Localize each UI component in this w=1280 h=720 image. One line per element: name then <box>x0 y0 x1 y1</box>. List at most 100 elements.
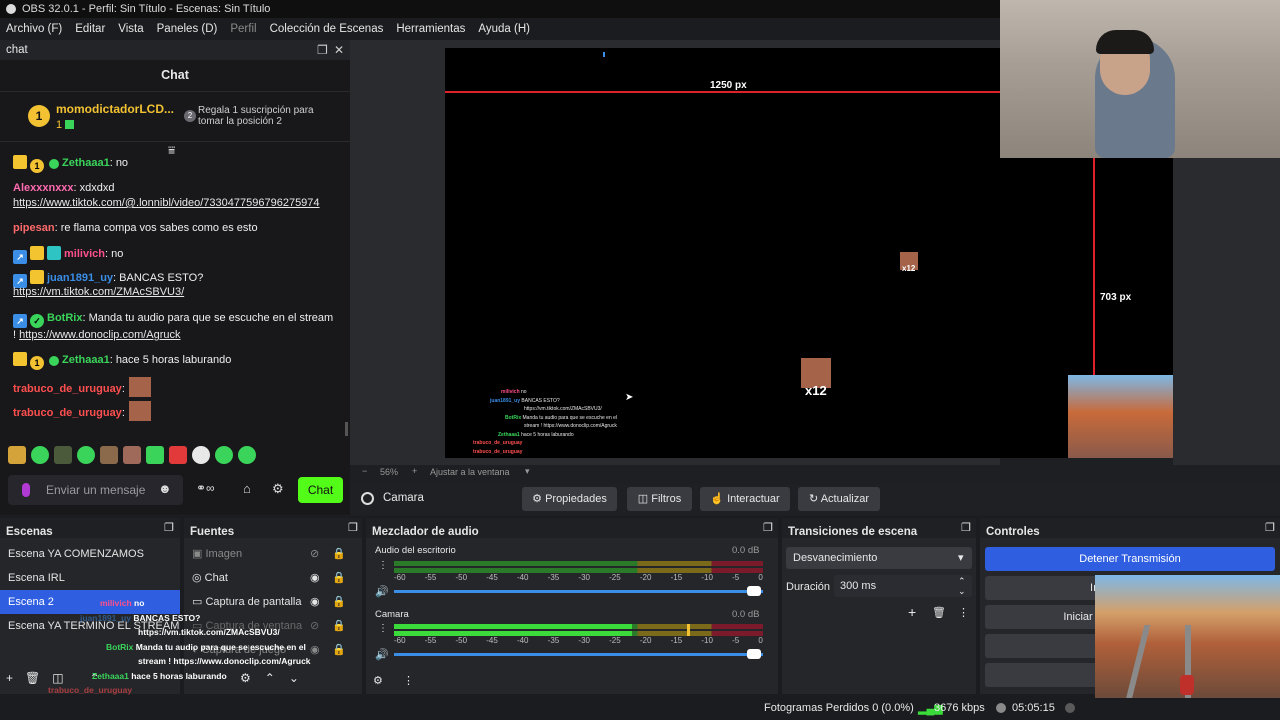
transition-menu-icon[interactable]: ⋮ <box>958 606 969 619</box>
scene-item[interactable]: Escena YA COMENZAMOS <box>0 542 180 566</box>
menu-herramientas[interactable]: Herramientas <box>396 23 465 35</box>
dock-float-icon[interactable]: ❐ <box>961 521 971 534</box>
chat-link[interactable]: https://vm.tiktok.com/ZMAcSBVU3/ <box>13 286 184 298</box>
speaker-icon[interactable]: 🔊 <box>375 648 389 661</box>
lock-icon[interactable]: 🔒 <box>332 542 346 566</box>
pinned-user[interactable]: momodictadorLCD... <box>56 102 174 116</box>
emote-icon[interactable] <box>8 446 26 464</box>
emote-icon[interactable] <box>123 446 141 464</box>
overlay-chat-line: stream ! https://www.donoclip.com/Agruck <box>138 656 311 666</box>
zoom-out-icon[interactable]: − <box>362 466 367 476</box>
emote-icon[interactable] <box>215 446 233 464</box>
emoji-picker-icon[interactable]: ☻ <box>158 481 172 496</box>
channel-menu-icon[interactable]: ⋮ <box>378 623 388 634</box>
volume-slider[interactable] <box>394 653 763 656</box>
volume-meter-level <box>394 624 632 629</box>
chat-username[interactable]: Alexxxnxxx <box>13 182 74 194</box>
channel-menu-icon[interactable]: ⋮ <box>378 560 388 571</box>
emote-icon[interactable] <box>238 446 256 464</box>
preview-canvas[interactable]: 1250 px x12 x12 ➤ milivich no juan1891_u… <box>445 48 1000 458</box>
mixer-menu-icon[interactable]: ⋮ <box>403 674 414 687</box>
lock-icon[interactable]: 🔒 <box>332 638 346 662</box>
close-dock-icon[interactable]: ✕ <box>334 43 344 57</box>
chat-link[interactable]: https://www.tiktok.com/@.lonnibl/video/7… <box>13 197 320 209</box>
emote-icon[interactable] <box>192 446 210 464</box>
add-scene-icon[interactable]: + <box>6 671 13 685</box>
settings-gear-icon[interactable]: ⚙ <box>272 481 284 497</box>
lock-icon[interactable]: 🔒 <box>332 566 346 590</box>
source-item[interactable]: ▣ Imagen ⊘ 🔒 <box>184 542 362 566</box>
gift-shop-icon[interactable]: ⌂ <box>243 481 251 496</box>
overlay-chat-line: trabuco_de_uruguay <box>48 685 133 695</box>
chat-username[interactable]: juan1891_uy <box>47 272 113 284</box>
meter-ticks: -60 -55 -50 -45 -40 -35 -30 -25 -20 -15 -10 -5 0 <box>394 636 763 645</box>
menu-vista[interactable]: Vista <box>118 23 143 35</box>
pinned-count: 1 <box>56 119 63 131</box>
volume-slider-handle[interactable] <box>747 586 761 596</box>
emote-icon[interactable] <box>77 446 95 464</box>
speaker-icon[interactable]: 🔊 <box>375 585 389 598</box>
pinned-text: Regala 1 suscripción para tomar la posic… <box>198 105 314 127</box>
emote-icon[interactable] <box>146 446 164 464</box>
fit-to-window[interactable]: Ajustar a la ventana <box>430 467 510 477</box>
mixer-title: Mezclador de audio <box>372 526 479 538</box>
bitrate: 3676 kbps <box>934 702 985 714</box>
menu-editar[interactable]: Editar <box>75 23 105 35</box>
send-chat-button[interactable]: Chat <box>298 477 343 503</box>
transition-select[interactable]: Desvanecimiento ▾ <box>786 547 972 569</box>
chat-username[interactable]: trabuco_de_uruguay <box>13 383 122 395</box>
emote-icon[interactable] <box>100 446 118 464</box>
chat-username[interactable]: Zethaaa1 <box>62 157 110 169</box>
emote-icon[interactable] <box>54 446 72 464</box>
stop-stream-button[interactable]: Detener Transmisión <box>985 547 1275 571</box>
float-dock-icon[interactable]: ❐ <box>317 43 328 57</box>
remove-transition-icon[interactable]: 🗑 <box>932 606 946 619</box>
chat-scrollbar[interactable] <box>345 422 348 436</box>
volume-slider-handle[interactable] <box>747 649 761 659</box>
image-icon: ▣ <box>192 548 206 560</box>
interact-button[interactable]: ☝ Interactuar <box>700 487 790 511</box>
dock-float-icon[interactable]: ❐ <box>348 521 358 534</box>
menu-ayuda[interactable]: Ayuda (H) <box>478 23 530 35</box>
emote-icon[interactable] <box>169 446 187 464</box>
menu-perfil[interactable]: Perfil <box>230 23 256 35</box>
add-transition-icon[interactable]: + <box>908 604 916 620</box>
scenes-header: Escenas ❐ <box>0 518 180 538</box>
mixer-header: Mezclador de audio ❐ <box>366 518 778 538</box>
remove-scene-icon[interactable]: 🗑 <box>25 671 40 685</box>
refresh-button[interactable]: ↻ Actualizar <box>798 487 880 511</box>
lock-icon[interactable]: 🔒 <box>332 614 346 638</box>
chevron-down-icon[interactable]: ▾ <box>525 466 530 477</box>
chat-username[interactable]: milivich <box>64 248 105 260</box>
dropped-frames: Fotogramas Perdidos 0 (0.0%) <box>764 702 914 714</box>
spin-down-icon[interactable]: ⌄ <box>958 580 966 602</box>
duration-spinbox[interactable]: 300 ms ⌃ ⌄ <box>834 575 972 597</box>
lock-icon[interactable]: 🔒 <box>332 590 346 614</box>
filters-button[interactable]: ◫ Filtros <box>627 487 692 511</box>
chat-message: pipesan: re flama compa vos sabes como e… <box>13 221 338 235</box>
mixer-settings-icon[interactable]: ⚙ <box>373 674 383 687</box>
dock-float-icon[interactable]: ❐ <box>763 521 773 534</box>
zoom-in-icon[interactable]: + <box>412 466 417 476</box>
menu-paneles[interactable]: Paneles (D) <box>157 23 218 35</box>
menu-coleccion-escenas[interactable]: Colección de Escenas <box>270 23 384 35</box>
chat-username[interactable]: trabuco_de_uruguay <box>13 407 122 419</box>
volume-slider[interactable] <box>394 590 763 593</box>
dock-float-icon[interactable]: ❐ <box>164 521 174 534</box>
chat-link[interactable]: https://www.donoclip.com/Agruck <box>19 329 180 341</box>
chat-username[interactable]: Zethaaa1 <box>62 354 110 366</box>
properties-button[interactable]: ⚙ Propiedades <box>522 487 617 511</box>
chat-username[interactable]: pipesan <box>13 222 55 234</box>
duration-label: Duración <box>786 581 831 593</box>
source-item[interactable]: ◎ Chat ◉ 🔒 <box>184 566 362 590</box>
visibility-icon[interactable]: ◉ <box>310 566 320 590</box>
mic-icon[interactable] <box>22 483 30 497</box>
visibility-hidden-icon[interactable]: ⊘ <box>310 542 319 566</box>
menu-archivo[interactable]: Archivo (F) <box>6 23 62 35</box>
link-icon[interactable]: ⚭∞ <box>196 481 215 495</box>
dock-float-icon[interactable]: ❐ <box>1265 521 1275 534</box>
chat-message-input[interactable]: Enviar un mensaje <box>8 475 183 505</box>
emote-icon[interactable] <box>31 446 49 464</box>
chat-username[interactable]: BotRix <box>47 312 82 324</box>
scene-item[interactable]: Escena IRL <box>0 566 180 590</box>
